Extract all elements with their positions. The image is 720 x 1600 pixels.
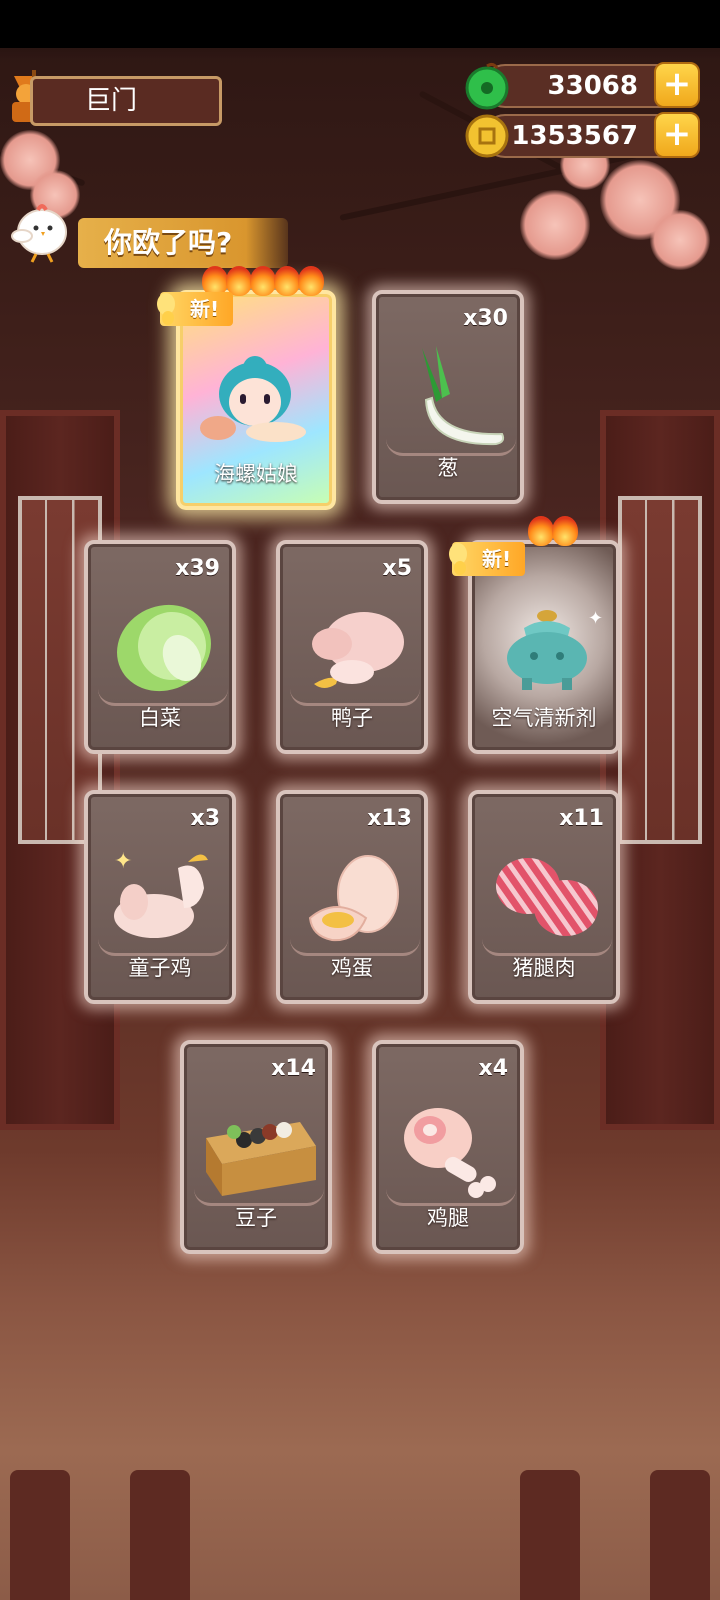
card-quantity: x3 bbox=[190, 806, 221, 831]
card-quantity: x30 bbox=[463, 306, 508, 331]
flame-star-icon bbox=[298, 266, 324, 296]
egg-icon bbox=[308, 855, 399, 942]
coin-amount: 1353567 bbox=[511, 121, 638, 151]
reward-card-snail-girl[interactable]: 新! 海螺姑娘 bbox=[157, 266, 336, 510]
card-name: 豆子 bbox=[235, 1206, 277, 1230]
railing-post bbox=[650, 1470, 710, 1600]
flame-star-icon bbox=[274, 266, 300, 296]
railing-post bbox=[10, 1470, 70, 1600]
jade-currency-bar: 33068 + bbox=[465, 62, 700, 110]
cabbage-icon bbox=[117, 604, 211, 692]
chicken-icon: ✦ bbox=[114, 849, 208, 938]
card-name: 猪腿肉 bbox=[512, 956, 576, 980]
snail-girl-character-icon bbox=[200, 356, 306, 442]
blossom-flower bbox=[520, 190, 590, 260]
drumstick-icon bbox=[404, 1108, 496, 1198]
card-name: 鸡腿 bbox=[427, 1206, 469, 1230]
card-name: 白菜 bbox=[139, 706, 181, 730]
new-badge-text: 新! bbox=[190, 297, 220, 321]
card-name: 鸭子 bbox=[331, 706, 373, 730]
svg-text:✦: ✦ bbox=[588, 608, 603, 629]
luck-banner: 你欧了吗? bbox=[78, 218, 288, 268]
card-quantity: x39 bbox=[175, 556, 220, 581]
card-name: 空气清新剂 bbox=[491, 706, 597, 730]
new-badge-text: 新! bbox=[482, 547, 512, 571]
status-bar-area bbox=[0, 0, 720, 48]
pork-icon bbox=[496, 858, 598, 936]
card-name: 海螺姑娘 bbox=[214, 462, 298, 486]
beans-box-icon bbox=[206, 1122, 316, 1196]
flame-star-icon bbox=[250, 266, 276, 296]
blossom-flower bbox=[650, 210, 710, 270]
reward-card-air-freshener[interactable]: 新! ✦ 空气清新剂 bbox=[449, 516, 620, 754]
duck-icon bbox=[312, 612, 404, 688]
card-name: 童子鸡 bbox=[128, 956, 192, 980]
new-badge: 新! bbox=[449, 542, 526, 576]
add-coin-button[interactable]: + bbox=[654, 112, 700, 158]
card-quantity: x14 bbox=[271, 1056, 316, 1081]
chick-mascot-icon bbox=[11, 204, 67, 263]
jade-icon bbox=[465, 62, 509, 110]
region-name-label[interactable]: 巨门 bbox=[30, 76, 222, 126]
jade-amount: 33068 bbox=[547, 71, 638, 101]
reward-card-scallion[interactable]: x30 葱 bbox=[372, 290, 524, 504]
reward-card-beans[interactable]: x14 豆子 bbox=[180, 1040, 332, 1254]
region-name-text: 巨门 bbox=[85, 86, 138, 116]
star-flames bbox=[528, 516, 578, 546]
svg-text:✦: ✦ bbox=[114, 849, 132, 874]
railing-post bbox=[130, 1470, 190, 1600]
flame-star-icon bbox=[552, 516, 578, 546]
add-jade-button[interactable]: + bbox=[654, 62, 700, 108]
reward-card-egg[interactable]: x13 鸡蛋 bbox=[276, 790, 428, 1004]
reward-card-duck[interactable]: x5 鸭子 bbox=[276, 540, 428, 754]
left-door bbox=[0, 410, 120, 1130]
card-name: 葱 bbox=[437, 456, 459, 480]
reward-card-pork[interactable]: x11 猪腿肉 bbox=[468, 790, 620, 1004]
card-quantity: x5 bbox=[382, 556, 413, 581]
card-name: 鸡蛋 bbox=[331, 956, 373, 980]
incense-burner-icon: ✦ bbox=[507, 608, 603, 690]
card-quantity: x4 bbox=[478, 1056, 509, 1081]
flame-star-icon bbox=[528, 516, 554, 546]
coin-icon bbox=[465, 114, 509, 158]
right-door bbox=[600, 410, 720, 1130]
butterfly-icon bbox=[449, 543, 467, 575]
card-quantity: x13 bbox=[367, 806, 412, 831]
new-badge: 新! bbox=[157, 292, 234, 326]
coin-currency-bar: 1353567 + bbox=[465, 112, 700, 158]
butterfly-icon bbox=[157, 293, 175, 325]
railing-post bbox=[520, 1470, 580, 1600]
reward-card-drumstick[interactable]: x4 鸡腿 bbox=[372, 1040, 524, 1254]
scallion-icon bbox=[422, 346, 505, 446]
reward-card-cabbage[interactable]: x39 白菜 bbox=[84, 540, 236, 754]
card-quantity: x11 bbox=[559, 806, 604, 831]
banner-text: 你欧了吗? bbox=[104, 226, 233, 259]
reward-card-chicken[interactable]: x3 ✦ 童子鸡 bbox=[84, 790, 236, 1004]
